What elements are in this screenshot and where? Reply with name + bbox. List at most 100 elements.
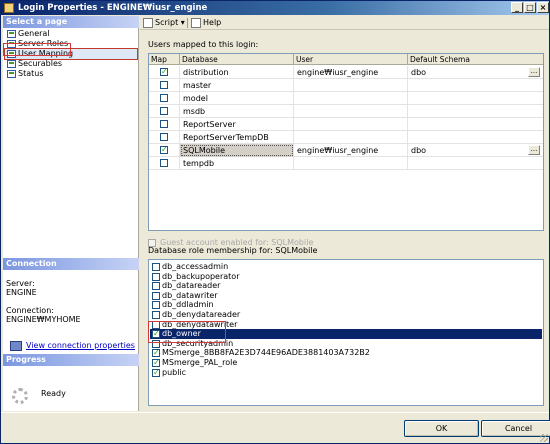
default-schema-value: dbo: [411, 68, 427, 77]
default-schema-cell[interactable]: [408, 157, 543, 170]
default-schema-cell[interactable]: dbo...: [408, 144, 543, 157]
help-label: Help: [203, 18, 222, 27]
map-checkbox[interactable]: ✓: [160, 146, 168, 154]
map-checkbox[interactable]: [160, 107, 168, 115]
toolbar-separator: [187, 18, 188, 28]
role-checkbox[interactable]: ✓: [152, 359, 160, 367]
role-item-db_ddladmin[interactable]: db_ddladmin: [150, 300, 542, 310]
role-checkbox[interactable]: [152, 291, 160, 300]
map-checkbox[interactable]: [160, 120, 168, 128]
left-panel: Select a page General Server Roles User …: [3, 16, 139, 411]
maximize-button[interactable]: □: [524, 2, 536, 13]
column-header-database[interactable]: Database: [180, 54, 294, 65]
connection-label: Connection:: [6, 306, 54, 315]
toolbar: Script ▾ Help: [140, 16, 549, 30]
role-checkbox[interactable]: [152, 282, 160, 291]
nav-item-status[interactable]: Status: [5, 69, 137, 79]
chevron-down-icon: ▾: [180, 18, 185, 27]
users-mapped-grid: Map Database User Default Schema ✓ distri…: [148, 53, 544, 231]
database-cell: msdb: [180, 105, 294, 118]
server-value: ENGINE: [6, 288, 37, 297]
column-header-default-schema[interactable]: Default Schema: [408, 54, 543, 65]
map-cell: [149, 92, 180, 105]
page-icon: [7, 70, 16, 78]
close-button[interactable]: ×: [537, 2, 549, 13]
title-bar[interactable]: Login Properties - ENGINE₩iusr_engine _ …: [1, 1, 549, 15]
role-item-public[interactable]: ✓ public: [150, 368, 542, 378]
role-name: db_datareader: [162, 281, 221, 291]
role-name: MSmerge_8BB8FA2E3D744E96ADE3881403A732B2: [162, 348, 370, 358]
role-item-db_denydatareader[interactable]: db_denydatareader: [150, 310, 542, 320]
view-connection-link[interactable]: View connection properties: [26, 341, 135, 350]
nav-item-securables[interactable]: Securables: [5, 59, 137, 69]
grid-row-tempdb[interactable]: tempdb: [149, 157, 543, 170]
database-cell: distribution: [180, 66, 294, 79]
db-owner-highlight-box: [148, 321, 226, 343]
login-properties-window: Login Properties - ENGINE₩iusr_engine _ …: [0, 0, 550, 444]
role-item-db_datawriter[interactable]: db_datawriter: [150, 291, 542, 301]
connection-header: Connection: [3, 258, 139, 270]
grid-row-msdb[interactable]: msdb: [149, 105, 543, 118]
map-checkbox[interactable]: [160, 159, 168, 167]
role-checkbox[interactable]: ✓: [152, 368, 160, 377]
grid-row-distribution[interactable]: ✓ distribution engine₩iusr_engine dbo...: [149, 66, 543, 79]
grid-row-reportservertempdb[interactable]: ReportServerTempDB: [149, 131, 543, 144]
role-name: db_ddladmin: [162, 300, 214, 310]
role-checkbox[interactable]: ✓: [152, 349, 160, 358]
user-cell[interactable]: [294, 79, 408, 92]
progress-status: Ready: [41, 389, 66, 398]
schema-browse-button[interactable]: ...: [528, 145, 540, 155]
user-cell[interactable]: [294, 131, 408, 144]
grid-row-model[interactable]: model: [149, 92, 543, 105]
database-cell: master: [180, 79, 294, 92]
role-item-db_backupoperator[interactable]: db_backupoperator: [150, 272, 542, 282]
role-checkbox[interactable]: [152, 311, 160, 319]
role-checkbox[interactable]: [152, 263, 160, 271]
column-header-map[interactable]: Map: [149, 54, 180, 65]
grid-header: Map Database User Default Schema: [149, 54, 543, 65]
ok-button[interactable]: OK: [404, 420, 479, 437]
map-checkbox[interactable]: [160, 81, 168, 89]
user-cell[interactable]: [294, 105, 408, 118]
user-cell[interactable]: [294, 92, 408, 105]
default-schema-cell[interactable]: dbo...: [408, 66, 543, 79]
page-icon: [7, 60, 16, 68]
role-item-db_datareader[interactable]: db_datareader: [150, 281, 542, 291]
user-cell[interactable]: engine₩iusr_engine: [294, 144, 408, 157]
database-cell: ReportServerTempDB: [180, 131, 294, 144]
help-icon: [191, 18, 201, 28]
user-cell[interactable]: [294, 157, 408, 170]
schema-browse-button[interactable]: ...: [528, 67, 540, 77]
nav-item-label: Status: [18, 69, 44, 78]
default-schema-cell[interactable]: [408, 118, 543, 131]
role-checkbox[interactable]: [152, 272, 160, 281]
role-item-msmerge_pal_role[interactable]: ✓ MSmerge_PAL_role: [150, 358, 542, 368]
nav-item-general[interactable]: General: [5, 29, 137, 39]
default-schema-cell[interactable]: [408, 131, 543, 144]
map-cell: ✓: [149, 144, 180, 157]
column-header-user[interactable]: User: [294, 54, 408, 65]
progress-area: Ready: [6, 386, 136, 406]
select-page-header: Select a page: [3, 16, 139, 28]
default-schema-cell[interactable]: [408, 105, 543, 118]
script-button[interactable]: Script ▾: [142, 17, 186, 29]
grid-row-reportserver[interactable]: ReportServer: [149, 118, 543, 131]
role-name: MSmerge_PAL_role: [162, 358, 238, 367]
view-connection-properties[interactable]: View connection properties: [6, 341, 139, 351]
map-checkbox[interactable]: ✓: [160, 68, 168, 76]
grid-row-master[interactable]: master: [149, 79, 543, 92]
minimize-button[interactable]: _: [511, 2, 523, 13]
progress-spinner-icon: [12, 388, 28, 404]
map-checkbox[interactable]: [160, 133, 168, 141]
map-checkbox[interactable]: [160, 94, 168, 102]
grid-row-sqlmobile[interactable]: ✓ SQLMobile engine₩iusr_engine dbo...: [149, 144, 543, 157]
default-schema-cell[interactable]: [408, 79, 543, 92]
default-schema-cell[interactable]: [408, 92, 543, 105]
role-item-msmerge_8bb8fa2e3d744e96ade3881403a732b2[interactable]: ✓ MSmerge_8BB8FA2E3D744E96ADE3881403A732B…: [150, 348, 542, 358]
resize-grip[interactable]: [540, 434, 548, 442]
user-cell[interactable]: engine₩iusr_engine: [294, 66, 408, 79]
help-button[interactable]: Help: [190, 17, 222, 29]
role-checkbox[interactable]: [152, 301, 160, 310]
role-item-db_accessadmin[interactable]: db_accessadmin: [150, 262, 542, 272]
user-cell[interactable]: [294, 118, 408, 131]
